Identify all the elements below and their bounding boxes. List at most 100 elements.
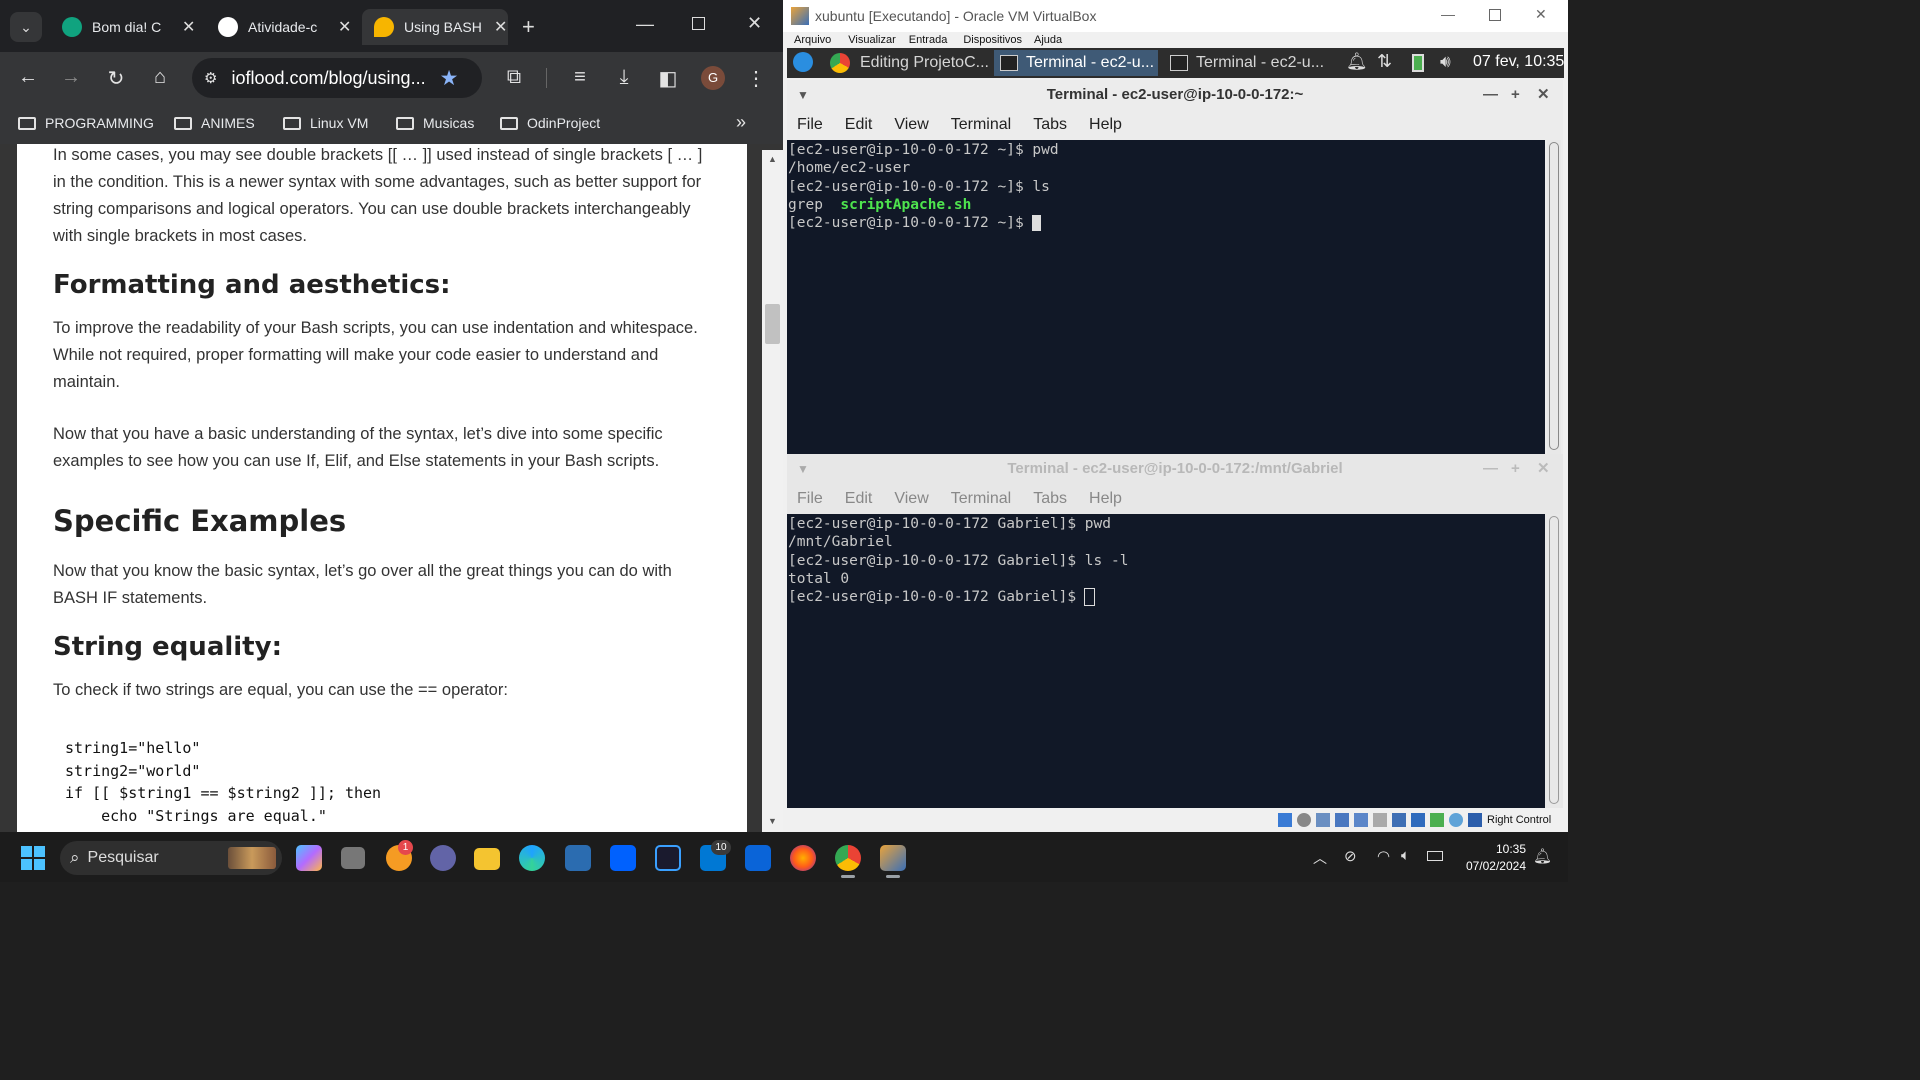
home-icon[interactable]: ⌂ bbox=[145, 66, 175, 89]
terminal-output[interactable]: [ec2-user@ip-10-0-0-172 Gabriel]$ pwd/mn… bbox=[787, 514, 1545, 808]
tab-search-chevron-icon[interactable]: ⌄ bbox=[10, 12, 42, 42]
extensions-icon[interactable]: ⧉ bbox=[499, 66, 529, 89]
cpu-icon[interactable] bbox=[1430, 813, 1444, 827]
scroll-down-icon[interactable]: ▼ bbox=[768, 816, 777, 826]
maximize-icon[interactable]: + bbox=[1511, 454, 1520, 484]
start-windows-icon[interactable] bbox=[21, 846, 45, 870]
close-icon[interactable]: ✕ bbox=[1537, 80, 1550, 110]
menu-dispositivos[interactable]: Dispositivos bbox=[963, 34, 1022, 46]
menu-file[interactable]: File bbox=[797, 490, 823, 508]
virtualbox-taskbar-icon[interactable] bbox=[880, 845, 906, 871]
address-bar[interactable]: ⚙ ioflood.com/blog/using... ★ bbox=[192, 58, 482, 98]
profile-avatar[interactable]: G bbox=[701, 66, 725, 90]
speaker-icon[interactable]: 🔈︎ bbox=[1401, 847, 1410, 864]
hdd-icon[interactable] bbox=[1278, 813, 1292, 827]
bookmark-star-icon[interactable]: ★ bbox=[440, 66, 459, 91]
menu-kebab-icon[interactable]: ⋮ bbox=[741, 66, 771, 91]
menu-visualizar[interactable]: Visualizar bbox=[848, 34, 896, 46]
forward-icon[interactable]: → bbox=[56, 66, 86, 89]
side-panel-icon[interactable]: ◧ bbox=[653, 66, 683, 91]
volume-icon[interactable]: 🔊︎ bbox=[1440, 52, 1451, 72]
minimize-icon[interactable]: — bbox=[1483, 454, 1498, 484]
menu-edit[interactable]: Edit bbox=[845, 490, 873, 508]
wifi-icon[interactable]: ◠ bbox=[1377, 847, 1390, 865]
usb-icon[interactable] bbox=[1354, 813, 1368, 827]
close-window-icon[interactable]: ✕ bbox=[747, 13, 762, 34]
task-view-icon[interactable] bbox=[341, 847, 365, 869]
scroll-up-icon[interactable]: ▲ bbox=[768, 154, 777, 164]
menu-help[interactable]: Help bbox=[1089, 490, 1122, 508]
panel-task-chrome[interactable]: Editing ProjetoC... bbox=[830, 50, 990, 76]
window-menu-icon[interactable]: ▼ bbox=[797, 454, 809, 484]
bookmark-odinproject[interactable]: OdinProject bbox=[500, 115, 600, 131]
maximize-icon[interactable] bbox=[1489, 9, 1501, 21]
menu-file[interactable]: File bbox=[797, 116, 823, 134]
menu-entrada[interactable]: Entrada bbox=[909, 34, 948, 46]
more-bookmarks-icon[interactable]: » bbox=[736, 112, 746, 133]
taskbar-clock[interactable]: 10:35 07/02/2024 bbox=[1460, 842, 1526, 873]
tab-github[interactable]: Atividade-c ✕ bbox=[206, 9, 354, 45]
menu-view[interactable]: View bbox=[894, 116, 928, 134]
menu-tabs[interactable]: Tabs bbox=[1033, 116, 1067, 134]
close-icon[interactable]: ✕ bbox=[1537, 454, 1550, 484]
media-control-icon[interactable]: ≡ bbox=[565, 66, 595, 89]
maximize-icon[interactable]: + bbox=[1511, 80, 1520, 110]
panel-clock[interactable]: 07 fev, 10:35 bbox=[1473, 53, 1564, 71]
tab-chatgpt[interactable]: Bom dia! C ✕ bbox=[50, 9, 198, 45]
menu-edit[interactable]: Edit bbox=[845, 116, 873, 134]
minimize-icon[interactable]: — bbox=[1441, 6, 1455, 22]
edge-icon[interactable] bbox=[519, 845, 545, 871]
close-tab-icon[interactable]: ✕ bbox=[182, 17, 195, 37]
minimize-icon[interactable]: — bbox=[1483, 80, 1498, 110]
display-icon[interactable] bbox=[1392, 813, 1406, 827]
menu-tabs[interactable]: Tabs bbox=[1033, 490, 1067, 508]
show-hidden-icons-icon[interactable]: ︿ bbox=[1313, 848, 1327, 868]
menu-help[interactable]: Help bbox=[1089, 116, 1122, 134]
tray-app-icon[interactable]: ⊘ bbox=[1344, 847, 1357, 865]
close-window-icon[interactable]: ✕ bbox=[1535, 6, 1547, 23]
recording-icon[interactable] bbox=[1411, 813, 1425, 827]
scroll-thumb[interactable] bbox=[765, 304, 780, 344]
optical-drive-icon[interactable] bbox=[1297, 813, 1311, 827]
mail-icon[interactable] bbox=[745, 845, 771, 871]
file-explorer-icon[interactable] bbox=[474, 848, 500, 870]
shared-folders-icon[interactable] bbox=[1373, 813, 1387, 827]
bookmark-programming[interactable]: PROGRAMMING bbox=[18, 115, 154, 131]
site-info-icon[interactable]: ⚙ bbox=[204, 69, 217, 87]
scroll-thumb[interactable] bbox=[1549, 142, 1559, 450]
maximize-icon[interactable] bbox=[692, 17, 705, 30]
network-adapter-icon[interactable] bbox=[1335, 813, 1349, 827]
terminal-scrollbar[interactable] bbox=[1547, 140, 1561, 454]
copilot-icon[interactable] bbox=[296, 845, 322, 871]
menu-arquivo[interactable]: Arquivo bbox=[794, 34, 831, 46]
panel-task-terminal-1[interactable]: Terminal - ec2-u... bbox=[994, 50, 1158, 76]
close-tab-icon[interactable]: ✕ bbox=[338, 17, 351, 37]
keyboard-capture-icon[interactable] bbox=[1468, 813, 1482, 827]
teams-chat-icon[interactable] bbox=[430, 845, 456, 871]
new-tab-icon[interactable]: + bbox=[522, 14, 535, 40]
back-icon[interactable]: ← bbox=[13, 66, 43, 89]
bookmark-animes[interactable]: ANIMES bbox=[174, 115, 255, 131]
panel-task-terminal-2[interactable]: Terminal - ec2-u... bbox=[1164, 50, 1328, 76]
download-icon[interactable]: ⤓ bbox=[609, 66, 639, 89]
taskbar-search[interactable]: ⌕ Pesquisar bbox=[60, 841, 282, 875]
vscode-app-icon[interactable] bbox=[655, 845, 681, 871]
menu-terminal[interactable]: Terminal bbox=[951, 116, 1011, 134]
firefox-icon[interactable] bbox=[790, 845, 816, 871]
mouse-integration-icon[interactable] bbox=[1449, 813, 1463, 827]
minimize-icon[interactable]: — bbox=[636, 14, 654, 35]
menu-view[interactable]: View bbox=[894, 490, 928, 508]
chrome-icon[interactable] bbox=[835, 845, 861, 871]
terminal-scrollbar[interactable] bbox=[1547, 514, 1561, 808]
scroll-thumb[interactable] bbox=[1549, 516, 1559, 804]
battery-icon[interactable] bbox=[1427, 851, 1443, 861]
dropbox-icon[interactable] bbox=[610, 845, 636, 871]
reload-icon[interactable]: ↻ bbox=[101, 66, 131, 91]
terminal-output[interactable]: [ec2-user@ip-10-0-0-172 ~]$ pwd/home/ec2… bbox=[787, 140, 1545, 454]
xfce-menu-icon[interactable] bbox=[793, 52, 813, 72]
window-menu-icon[interactable]: ▼ bbox=[797, 80, 809, 110]
microsoft-store-icon[interactable] bbox=[565, 845, 591, 871]
page-scrollbar[interactable]: ▲ ▼ bbox=[762, 150, 783, 832]
url-text[interactable]: ioflood.com/blog/using... bbox=[231, 68, 425, 89]
network-icon[interactable]: ⇅ bbox=[1377, 51, 1392, 72]
